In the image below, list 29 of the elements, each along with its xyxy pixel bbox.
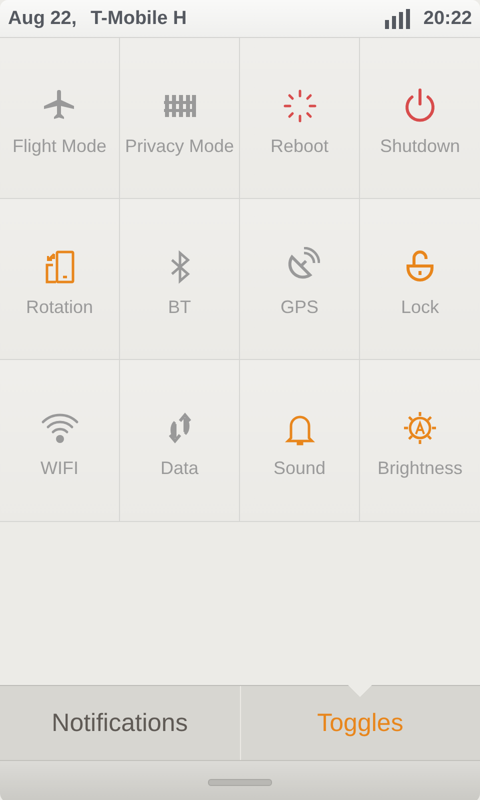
clock: 20:22 xyxy=(423,8,472,30)
toggle-tile[interactable]: Rotation xyxy=(0,199,120,360)
toggle-label: Reboot xyxy=(270,136,329,157)
toggle-label: BT xyxy=(168,297,191,318)
toggle-label: Sound xyxy=(273,458,326,479)
date: Aug 22, xyxy=(8,8,77,30)
toggle-tile[interactable]: Shutdown xyxy=(360,38,480,199)
toggle-label: Privacy Mode xyxy=(124,136,234,157)
toggle-label: WIFI xyxy=(40,458,78,479)
toggle-label: Shutdown xyxy=(380,136,460,157)
toggle-tile[interactable]: BT xyxy=(120,199,240,360)
tab[interactable]: Notifications xyxy=(0,686,240,760)
toggle-label: GPS xyxy=(280,297,318,318)
toggle-tile[interactable]: Reboot xyxy=(240,38,360,199)
toggle-tile[interactable]: Lock xyxy=(360,199,480,360)
toggle-tile[interactable]: WIFI xyxy=(0,360,120,521)
toggle-tile[interactable]: GPS xyxy=(240,199,360,360)
drag-handle[interactable] xyxy=(208,778,272,786)
toggle-tile[interactable]: Privacy Mode xyxy=(120,38,240,199)
carrier-name: T-Mobile H xyxy=(90,8,187,30)
toggle-label: Lock xyxy=(400,297,440,318)
signal-icon xyxy=(385,8,412,28)
toggle-tile[interactable]: Data xyxy=(120,360,240,521)
toggle-tile[interactable]: Flight Mode xyxy=(0,38,120,199)
toggle-label: Data xyxy=(160,458,199,479)
toggle-label: Rotation xyxy=(26,297,94,318)
toggle-label: Brightness xyxy=(377,458,463,479)
toggle-label: Flight Mode xyxy=(12,136,107,157)
toggle-tile[interactable]: Sound xyxy=(240,360,360,521)
